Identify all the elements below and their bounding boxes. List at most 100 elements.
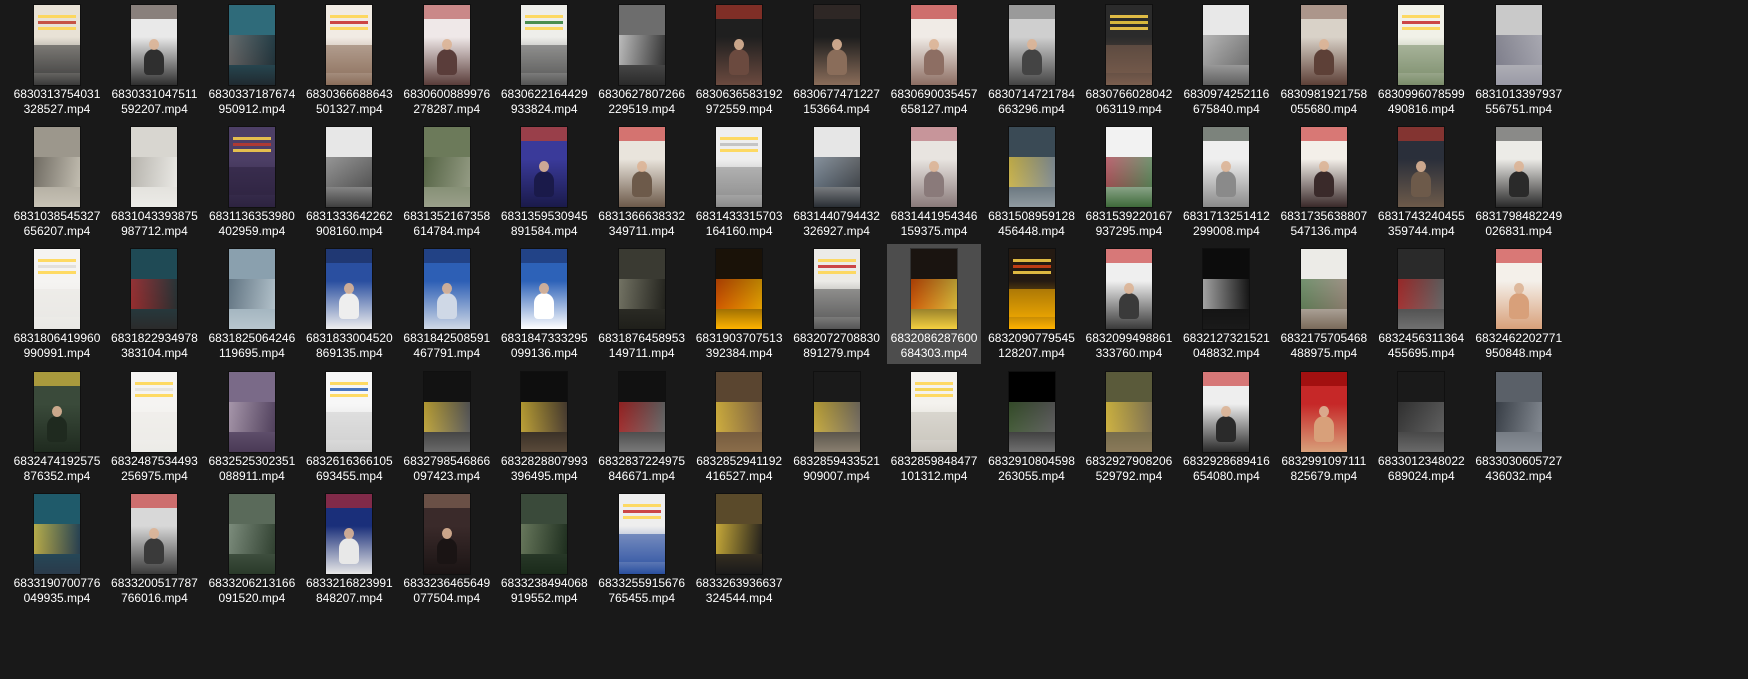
file-item[interactable]: 6832852941192 416527.mp4	[692, 367, 786, 487]
file-item[interactable]: 6833012348022 689024.mp4	[1374, 367, 1468, 487]
file-item[interactable]: 6832616366105 693455.mp4	[302, 367, 396, 487]
file-item[interactable]: 6833263936637 324544.mp4	[692, 489, 786, 609]
file-item[interactable]: 6831876458953 149711.mp4	[595, 244, 689, 364]
video-thumbnail	[326, 371, 373, 452]
file-item[interactable]: 6831735638807 547136.mp4	[1277, 122, 1371, 242]
file-name: 6832456311364 455695.mp4	[1374, 331, 1468, 361]
file-item[interactable]: 6830627807266 229519.mp4	[595, 0, 689, 120]
file-item[interactable]: 6830366688643 501327.mp4	[302, 0, 396, 120]
file-item[interactable]: 6831013397937 556751.mp4	[1472, 0, 1566, 120]
file-item[interactable]: 6831842508591 467791.mp4	[400, 244, 494, 364]
file-item[interactable]: 6830622164429 933824.mp4	[497, 0, 591, 120]
file-item[interactable]: 6832072708830 891279.mp4	[790, 244, 884, 364]
file-item[interactable]: 6833206213166 091520.mp4	[205, 489, 299, 609]
file-item[interactable]: 6832859848477 101312.mp4	[887, 367, 981, 487]
file-item[interactable]: 6831806419960 990991.mp4	[10, 244, 104, 364]
video-thumbnail	[911, 371, 958, 452]
file-item[interactable]: 6830313754031 328527.mp4	[10, 0, 104, 120]
file-name: 6831440794432 326927.mp4	[790, 209, 884, 239]
file-item[interactable]: 6832837224975 846671.mp4	[595, 367, 689, 487]
file-item[interactable]: 6830331047511 592207.mp4	[107, 0, 201, 120]
file-item[interactable]: 6831798482249 026831.mp4	[1472, 122, 1566, 242]
file-item[interactable]: 6832127321521 048832.mp4	[1179, 244, 1273, 364]
file-item[interactable]: 6830600889976 278287.mp4	[400, 0, 494, 120]
file-item[interactable]: 6831847333295 099136.mp4	[497, 244, 591, 364]
file-item[interactable]: 6833190700776 049935.mp4	[10, 489, 104, 609]
file-name-line2: 299008.mp4	[1193, 224, 1260, 239]
file-item[interactable]: 6832090779545 128207.mp4	[985, 244, 1079, 364]
file-name-line1: 6832928689416	[1183, 453, 1270, 468]
file-item[interactable]: 6832474192575 876352.mp4	[10, 367, 104, 487]
file-name: 6830313754031 328527.mp4	[10, 87, 104, 117]
file-item[interactable]: 6832456311364 455695.mp4	[1374, 244, 1468, 364]
file-name-line2: 490816.mp4	[1387, 102, 1455, 116]
file-item[interactable]: 6832798546866 097423.mp4	[400, 367, 494, 487]
file-item[interactable]: 6832525302351 088911.mp4	[205, 367, 299, 487]
file-item[interactable]: 6831136353980 402959.mp4	[205, 122, 299, 242]
file-item[interactable]: 6830636583192 972559.mp4	[692, 0, 786, 120]
file-item[interactable]: 6831440794432 326927.mp4	[790, 122, 884, 242]
file-item[interactable]: 6831433315703 164160.mp4	[692, 122, 786, 242]
file-item[interactable]: 6830996078599 490816.mp4	[1374, 0, 1468, 120]
file-name-line1: 6831359530945	[500, 209, 588, 224]
file-item[interactable]: 6832859433521 909007.mp4	[790, 367, 884, 487]
file-name-line2: 656207.mp4	[23, 224, 91, 239]
video-thumbnail	[1398, 127, 1445, 208]
file-item[interactable]: 6831539220167 937295.mp4	[1082, 122, 1176, 242]
video-thumbnail	[618, 493, 665, 574]
file-item[interactable]: 6832462202771 950848.mp4	[1472, 244, 1566, 364]
file-item[interactable]: 6832086287600 684303.mp4	[887, 244, 982, 365]
file-name: 6832616366105 693455.mp4	[302, 454, 396, 484]
file-item[interactable]: 6830690035457 658127.mp4	[887, 0, 981, 120]
file-name-line1: 6831842508591	[403, 331, 491, 346]
file-item[interactable]: 6831359530945 891584.mp4	[497, 122, 591, 242]
file-item[interactable]: 6830714721784 663296.mp4	[985, 0, 1079, 120]
file-name-line2: 488975.mp4	[1290, 346, 1358, 361]
file-item[interactable]: 6831743240455 359744.mp4	[1374, 122, 1468, 242]
file-item[interactable]: 6832910804598 263055.mp4	[985, 367, 1079, 487]
file-name-line2: 675840.mp4	[1193, 102, 1260, 116]
file-item[interactable]: 6830981921758 055680.mp4	[1277, 0, 1371, 120]
file-item[interactable]: 6830766028042 063119.mp4	[1082, 0, 1176, 120]
file-item[interactable]: 6833255915676 765455.mp4	[595, 489, 689, 609]
file-name-line1: 6832991097111	[1281, 453, 1367, 468]
file-item[interactable]: 6833236465649 077504.mp4	[400, 489, 494, 609]
file-item[interactable]: 6831822934978 383104.mp4	[107, 244, 201, 364]
file-item[interactable]: 6833030605727 436032.mp4	[1472, 367, 1566, 487]
file-item[interactable]: 6832487534493 256975.mp4	[107, 367, 201, 487]
file-item[interactable]: 6831038545327 656207.mp4	[10, 122, 104, 242]
file-name-line2: 097423.mp4	[413, 468, 481, 483]
file-name-line2: 950912.mp4	[218, 102, 286, 116]
file-name-line2: 684303.mp4	[900, 346, 968, 361]
file-item[interactable]: 6831825064246 119695.mp4	[205, 244, 299, 364]
video-thumbnail	[1300, 249, 1347, 330]
file-item[interactable]: 6831903707513 392384.mp4	[692, 244, 786, 364]
file-name: 6830996078599 490816.mp4	[1374, 87, 1468, 117]
file-item[interactable]: 6830974252116 675840.mp4	[1179, 0, 1273, 120]
file-item[interactable]: 6832099498861 333760.mp4	[1082, 244, 1176, 364]
file-item[interactable]: 6831441954346 159375.mp4	[887, 122, 981, 242]
file-item[interactable]: 6830337187674 950912.mp4	[205, 0, 299, 120]
file-item[interactable]: 6831043393875 987712.mp4	[107, 122, 201, 242]
file-item[interactable]: 6831352167358 614784.mp4	[400, 122, 494, 242]
file-item[interactable]: 6831508959128 456448.mp4	[985, 122, 1079, 242]
file-item[interactable]: 6831833004520 869135.mp4	[302, 244, 396, 364]
video-thumbnail	[34, 493, 80, 574]
file-item[interactable]: 6833238494068 919552.mp4	[497, 489, 591, 609]
file-item[interactable]: 6831333642262 908160.mp4	[302, 122, 396, 242]
file-item[interactable]: 6832928689416 654080.mp4	[1179, 367, 1273, 487]
file-name-line1: 6830600889976	[403, 87, 491, 101]
file-item[interactable]: 6832991097111 825679.mp4	[1277, 367, 1371, 487]
file-item[interactable]: 6832828807993 396495.mp4	[497, 367, 591, 487]
video-thumbnail	[228, 371, 275, 452]
file-name-line2: 869135.mp4	[315, 346, 383, 361]
file-item[interactable]: 6833200517787 766016.mp4	[107, 489, 201, 609]
file-item[interactable]: 6831366638332 349711.mp4	[595, 122, 689, 242]
file-item[interactable]: 6830677471227 153664.mp4	[790, 0, 884, 120]
file-item[interactable]: 6831713251412 299008.mp4	[1179, 122, 1273, 242]
file-item[interactable]: 6833216823991 848207.mp4	[302, 489, 396, 609]
file-name-line2: 359744.mp4	[1387, 224, 1455, 239]
file-item[interactable]: 6832175705468 488975.mp4	[1277, 244, 1371, 364]
file-name: 6831043393875 987712.mp4	[107, 209, 201, 239]
file-item[interactable]: 6832927908206 529792.mp4	[1082, 367, 1176, 487]
